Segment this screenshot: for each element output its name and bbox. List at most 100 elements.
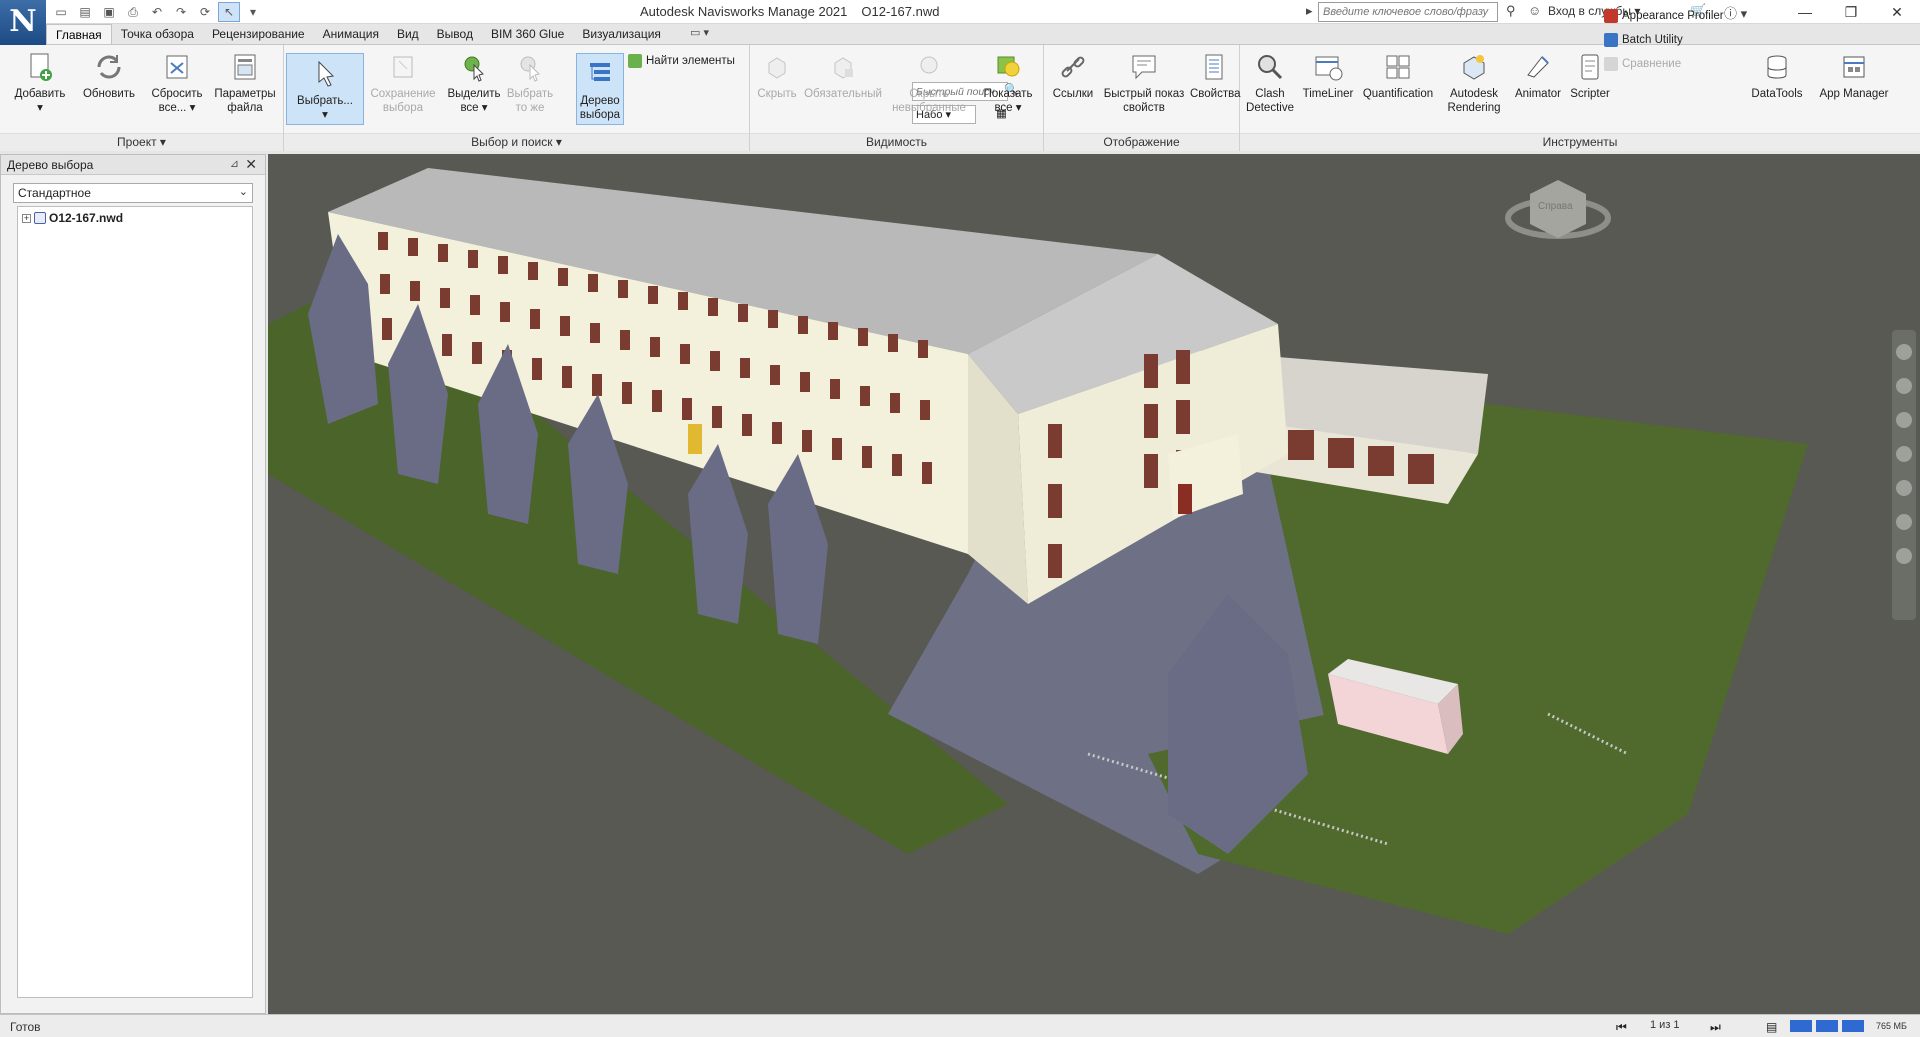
app-manager-button[interactable]: App Manager	[1812, 51, 1896, 101]
viewcube-label[interactable]: Справа	[1538, 201, 1573, 212]
orbit-icon[interactable]	[1896, 446, 1912, 462]
entrance-door	[688, 424, 702, 454]
hide-unselected-button[interactable]: Скрыть невыбранные	[886, 51, 972, 115]
panel-select-label[interactable]: Выбор и поиск ▾	[284, 133, 749, 151]
compare-button[interactable]: Сравнение	[1604, 57, 1681, 71]
file-options-icon	[234, 54, 256, 80]
file-title: O12-167.nwd	[861, 4, 940, 19]
navigation-bar	[1892, 330, 1916, 620]
open-file-icon[interactable]: ▤	[74, 2, 96, 22]
select-cursor-icon	[318, 60, 335, 87]
panel-project: Добавить ▾ Обновить Сбросить все... ▾ Пар…	[0, 45, 284, 151]
animator-icon	[1527, 56, 1549, 78]
3d-viewport[interactable]: Справа	[268, 154, 1920, 1014]
ribbon-minimize-toggle[interactable]: ▭ ▾	[690, 26, 709, 39]
binoculars-icon[interactable]: ⚲	[1506, 3, 1516, 19]
tab-output[interactable]: Вывод	[428, 24, 482, 44]
refresh-icon[interactable]: ⟳	[194, 2, 216, 22]
undo-icon[interactable]: ↶	[146, 2, 168, 22]
properties-icon	[1205, 54, 1223, 80]
select-cursor-icon[interactable]: ↖	[218, 2, 240, 22]
selection-tree-button[interactable]: Дерево выбора	[576, 53, 624, 125]
autodesk-rendering-button[interactable]: Autodesk Rendering	[1438, 51, 1510, 115]
tab-animation[interactable]: Анимация	[314, 24, 388, 44]
memory-usage: 765 МБ	[1876, 1021, 1907, 1031]
compare-icon	[1604, 57, 1618, 71]
hide-button[interactable]: Скрыть	[754, 51, 800, 101]
quick-properties-button[interactable]: Быстрый показ свойств	[1100, 51, 1188, 115]
show-all-button[interactable]: Показать все ▾	[976, 51, 1040, 115]
pin-icon[interactable]: ⊿	[230, 157, 239, 170]
select-all-button[interactable]: Выделить все ▾	[442, 51, 506, 115]
file-options-button[interactable]: Параметры файла	[210, 51, 280, 115]
select-mode-icon[interactable]	[1896, 548, 1912, 564]
refresh-icon	[97, 55, 121, 79]
file-icon	[34, 212, 46, 224]
quantification-button[interactable]: Quantification	[1358, 51, 1438, 101]
add-button[interactable]: Добавить ▾	[8, 51, 72, 115]
tab-bim360[interactable]: BIM 360 Glue	[482, 24, 573, 44]
first-sheet-icon[interactable]: ⏮	[1616, 1020, 1638, 1034]
tab-home[interactable]: Главная	[46, 24, 112, 44]
panel-project-label[interactable]: Проект ▾	[0, 133, 283, 151]
quantification-icon	[1386, 55, 1410, 79]
last-sheet-icon[interactable]: ⏭	[1710, 1020, 1732, 1034]
required-button[interactable]: Обязательный	[802, 51, 884, 101]
tab-render[interactable]: Визуализация	[573, 24, 670, 44]
save-selection-button[interactable]: Сохранение выбора	[366, 51, 440, 115]
clash-detective-button[interactable]: Clash Detective	[1242, 51, 1298, 115]
new-file-icon[interactable]: ▭	[50, 2, 72, 22]
scripter-icon	[1581, 54, 1599, 80]
zoom-icon[interactable]	[1896, 412, 1912, 428]
panel-tools-label: Инструменты	[1240, 133, 1920, 151]
walk-icon[interactable]	[1896, 514, 1912, 530]
save-icon[interactable]: ▣	[98, 2, 120, 22]
minimize-icon[interactable]: —	[1782, 0, 1828, 24]
sheet-browser-icon[interactable]: ▤	[1766, 1020, 1788, 1034]
web-server-progress-icon	[1842, 1020, 1864, 1032]
timeliner-button[interactable]: TimeLiner	[1300, 51, 1356, 101]
panel-display: Ссылки Быстрый показ свойств Свойства От…	[1044, 45, 1241, 151]
qat-dropdown-icon[interactable]: ▾	[242, 2, 264, 22]
selection-tree-panel: Дерево выбора ⊿ ✕ Стандартное ⌄ + O12-16…	[0, 154, 266, 1014]
model-scene: Справа	[268, 168, 1808, 934]
help-icon[interactable]: ⓘ ▾	[1724, 3, 1747, 22]
restore-icon[interactable]: ❐	[1828, 0, 1874, 24]
close-window-icon[interactable]: ✕	[1874, 0, 1920, 24]
ribbon: Добавить ▾ Обновить Сбросить все... ▾ Пар…	[0, 9, 1920, 151]
timeliner-icon	[1315, 56, 1343, 81]
tree-item-root[interactable]: + O12-167.nwd	[22, 211, 123, 225]
selection-tree[interactable]: + O12-167.nwd	[17, 206, 253, 998]
quick-properties-icon	[1132, 55, 1156, 80]
batch-utility-button[interactable]: Batch Utility	[1604, 33, 1683, 47]
find-items-button[interactable]: Найти элементы	[628, 54, 735, 68]
panel-visibility: Скрыть Обязательный Скрыть невыбранные П…	[750, 45, 1044, 151]
pan-icon[interactable]	[1896, 378, 1912, 394]
datatools-button[interactable]: DataTools	[1746, 51, 1808, 101]
animator-button[interactable]: Animator	[1510, 51, 1566, 101]
links-button[interactable]: Ссылки	[1048, 51, 1098, 101]
reset-all-button[interactable]: Сбросить все... ▾	[144, 51, 210, 115]
properties-button[interactable]: Свойства	[1190, 51, 1241, 101]
select-button[interactable]: Выбрать... ▾	[286, 53, 364, 125]
tab-viewpoint[interactable]: Точка обзора	[112, 24, 203, 44]
redo-icon[interactable]: ↷	[170, 2, 192, 22]
help-search-input[interactable]	[1318, 2, 1498, 22]
look-icon[interactable]	[1896, 480, 1912, 496]
print-icon[interactable]: ⎙	[122, 2, 144, 22]
tab-review[interactable]: Рецензирование	[203, 24, 314, 44]
refresh-button[interactable]: Обновить	[74, 51, 144, 101]
appearance-profiler-button[interactable]: Appearance Profiler	[1604, 9, 1724, 23]
tree-mode-dropdown[interactable]: Стандартное ⌄	[13, 183, 253, 203]
search-expand-icon[interactable]: ▸	[1306, 3, 1313, 19]
panel-select-search: Выбрать... ▾ Сохранение выбора Выделить в…	[284, 45, 1018, 151]
close-panel-icon[interactable]: ✕	[245, 156, 257, 173]
app-manager-icon	[1843, 56, 1865, 78]
select-same-button[interactable]: Выбрать то же	[506, 51, 554, 115]
tab-view[interactable]: Вид	[388, 24, 428, 44]
expand-icon[interactable]: +	[22, 213, 31, 223]
app-logo-button[interactable]: N	[0, 0, 46, 45]
user-icon[interactable]: ☺	[1528, 3, 1541, 18]
panel-display-label: Отображение	[1044, 133, 1239, 151]
steering-wheel-icon[interactable]	[1896, 344, 1912, 360]
